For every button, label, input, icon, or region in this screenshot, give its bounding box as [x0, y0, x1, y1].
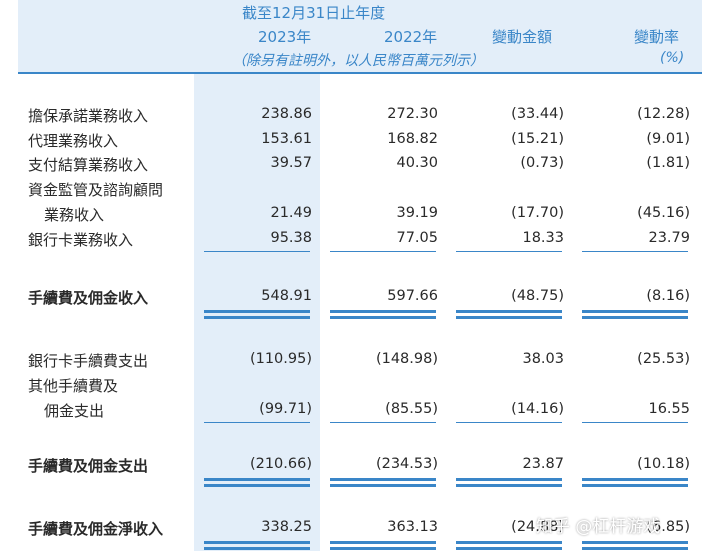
subtotal-rule	[330, 251, 436, 252]
cell-rate: (8.16)	[646, 288, 690, 304]
row-label: 銀行卡手續費支出	[28, 352, 149, 370]
cell-2022: 272.30	[387, 106, 438, 122]
cell-rate: 23.79	[648, 230, 690, 246]
total-rule	[204, 316, 310, 319]
total-rule	[456, 316, 562, 319]
cell-2023: 548.91	[261, 288, 312, 304]
total-rule	[204, 478, 310, 481]
total-rule	[330, 484, 436, 487]
cell-rate: (25.53)	[637, 351, 690, 367]
cell-change: (15.21)	[511, 131, 564, 147]
total-rule	[330, 316, 436, 319]
row-label-total: 手續費及佣金支出	[28, 457, 149, 475]
cell-2023: 238.86	[261, 106, 312, 122]
cell-2023: 338.25	[261, 519, 312, 535]
total-rule	[456, 484, 562, 487]
total-rule	[204, 547, 310, 550]
cell-2023: (110.95)	[249, 351, 312, 367]
cell-rate: (9.01)	[646, 131, 690, 147]
col-header-change-amount: 變動金額	[492, 28, 553, 46]
row-label-continued: 佣金支出	[44, 402, 105, 420]
cell-change: 18.33	[522, 230, 564, 246]
cell-change: (14.16)	[511, 401, 564, 417]
total-rule	[456, 541, 562, 544]
cell-rate: (1.81)	[646, 155, 690, 171]
total-rule	[582, 478, 688, 481]
subtotal-rule	[204, 251, 310, 252]
cell-2023: 39.57	[270, 155, 312, 171]
subtotal-rule	[582, 251, 688, 252]
cell-change: 38.03	[522, 351, 564, 367]
cell-change: (48.75)	[511, 288, 564, 304]
subtotal-rule	[582, 422, 688, 423]
watermark: 知乎 @杠杆游戏	[536, 517, 661, 537]
row-label: 其他手續費及	[28, 377, 119, 395]
total-rule	[582, 310, 688, 313]
cell-2022: 597.66	[387, 288, 438, 304]
subtotal-rule	[204, 422, 310, 423]
col-header-2022: 2022年	[384, 28, 438, 46]
cell-2022: 77.05	[396, 230, 438, 246]
total-rule	[456, 310, 562, 313]
cell-2022: (234.53)	[375, 456, 438, 472]
col-header-2023: 2023年	[258, 28, 312, 46]
cell-rate: (45.16)	[637, 205, 690, 221]
cell-2022: 40.30	[396, 155, 438, 171]
subtotal-rule	[456, 422, 562, 423]
row-label-total: 手續費及佣金收入	[28, 289, 149, 307]
row-label: 支付結算業務收入	[28, 156, 149, 174]
total-rule	[582, 484, 688, 487]
row-label: 擔保承諾業務收入	[28, 107, 149, 125]
subtotal-rule	[456, 251, 562, 252]
cell-change: (17.70)	[511, 205, 564, 221]
cell-change: 23.87	[522, 456, 564, 472]
total-rule	[204, 484, 310, 487]
cell-2022: 168.82	[387, 131, 438, 147]
total-rule	[204, 310, 310, 313]
cell-2023: 21.49	[270, 205, 312, 221]
row-label: 代理業務收入	[28, 132, 119, 150]
cell-2023: (210.66)	[249, 456, 312, 472]
cell-rate: (10.18)	[637, 456, 690, 472]
cell-2022: 363.13	[387, 519, 438, 535]
row-label-total: 手續費及佣金淨收入	[28, 520, 164, 538]
row-label-continued: 業務收入	[44, 206, 105, 224]
cell-2023: (99.71)	[259, 401, 312, 417]
total-rule	[456, 547, 562, 550]
cell-rate: 16.55	[648, 401, 690, 417]
total-rule	[330, 547, 436, 550]
total-rule	[330, 478, 436, 481]
total-rule	[456, 478, 562, 481]
cell-change: (0.73)	[520, 155, 564, 171]
total-rule	[204, 541, 310, 544]
cell-rate: (12.28)	[637, 106, 690, 122]
total-rule	[582, 316, 688, 319]
cell-2022: 39.19	[396, 205, 438, 221]
row-label: 資金監管及諮詢顧問	[28, 181, 164, 199]
total-rule	[582, 547, 688, 550]
rate-unit: (%)	[660, 50, 685, 66]
cell-2022: (148.98)	[375, 351, 438, 367]
total-rule	[330, 310, 436, 313]
period-header: 截至12月31日止年度	[242, 4, 386, 22]
unit-note: （除另有註明外，以人民幣百萬元列示）	[232, 53, 484, 69]
cell-2023: 153.61	[261, 131, 312, 147]
cell-2023: 95.38	[270, 230, 312, 246]
row-label: 銀行卡業務收入	[28, 231, 134, 249]
total-rule	[330, 541, 436, 544]
total-rule	[582, 541, 688, 544]
header-rule	[18, 72, 702, 74]
cell-2022: (85.55)	[385, 401, 438, 417]
cell-change: (33.44)	[511, 106, 564, 122]
col-header-change-rate: 變動率	[634, 28, 680, 46]
subtotal-rule	[330, 422, 436, 423]
